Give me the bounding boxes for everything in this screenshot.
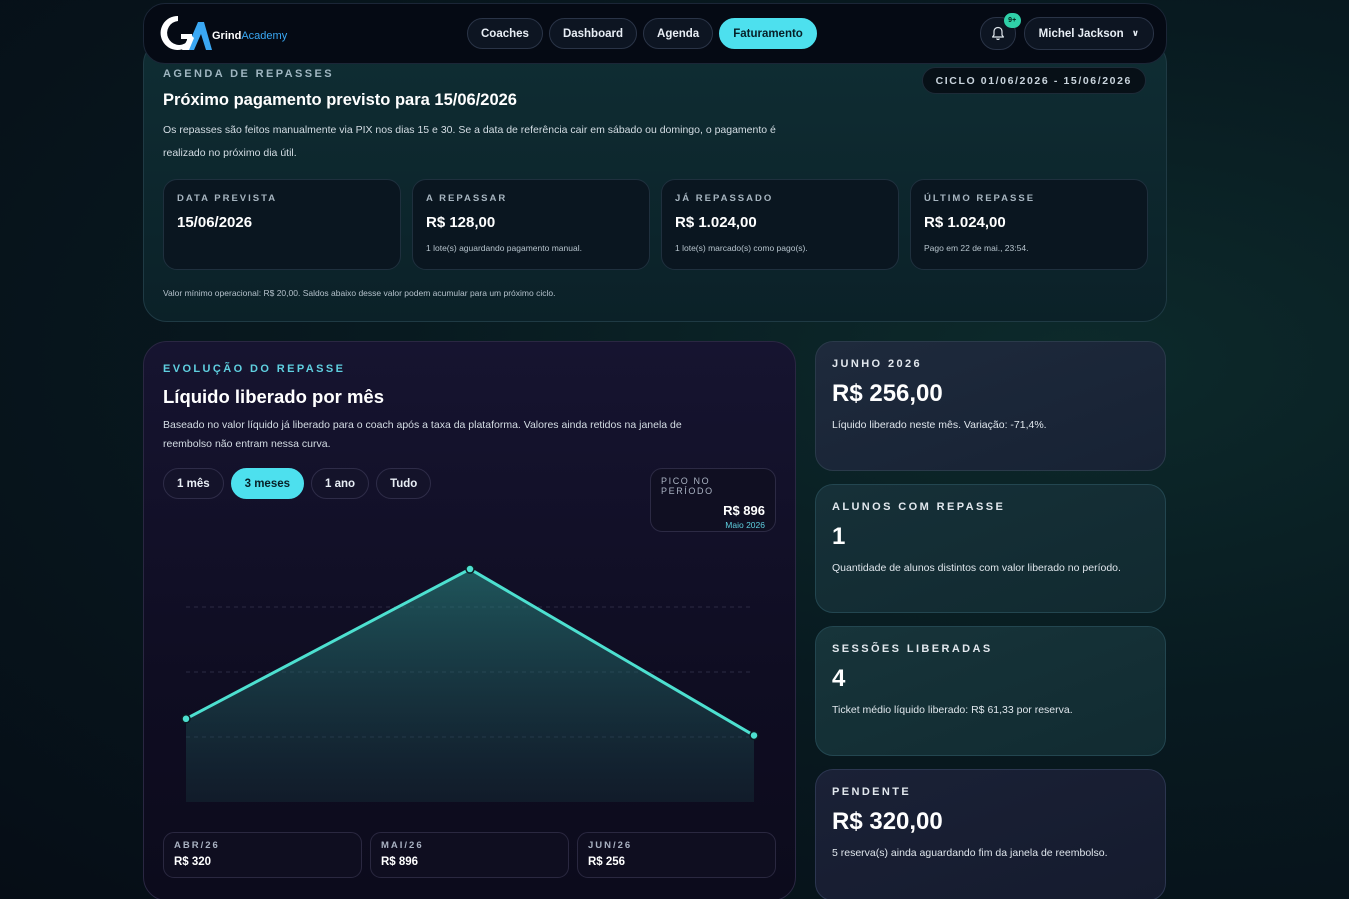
stat-value: R$ 1.024,00 — [675, 214, 757, 231]
nav-dashboard[interactable]: Dashboard — [548, 18, 638, 49]
stat-card-already-transferred: JÁ REPASSADO R$ 1.024,00 1 lote(s) marca… — [661, 179, 899, 270]
nav-right: 9+ Michel Jackson ∨ — [979, 13, 1154, 50]
stat-note: 1 lote(s) marcado(s) como pago(s). — [675, 243, 808, 253]
stat-label: JÁ REPASSADO — [675, 193, 774, 204]
card-eyebrow: SESSÕES LIBERADAS — [832, 643, 993, 655]
notifications-button[interactable]: 9+ — [979, 13, 1021, 50]
evolution-eyebrow: EVOLUÇÃO DO REPASSE — [163, 363, 346, 375]
nav-agenda[interactable]: Agenda — [643, 18, 714, 49]
cycle-badge: CICLO 01/06/2026 - 15/06/2026 — [921, 67, 1146, 94]
stat-label: DATA PREVISTA — [177, 193, 278, 204]
month-label: MAI/26 — [381, 840, 424, 851]
students-card: ALUNOS COM REPASSE 1 Quantidade de aluno… — [815, 484, 1166, 613]
month-card-mai: MAI/26 R$ 896 — [370, 832, 569, 878]
stat-value: R$ 128,00 — [426, 214, 496, 231]
range-all-button[interactable]: Tudo — [376, 468, 432, 499]
peak-summary: PICO NO PERÍODO R$ 896 Maio 2026 — [650, 468, 776, 532]
data-point-ABR/26[interactable] — [181, 714, 191, 724]
grind-academy-logo-icon — [160, 15, 212, 50]
month-value: R$ 320 — [174, 856, 212, 868]
sessions-card: SESSÕES LIBERADAS 4 Ticket médio líquido… — [815, 626, 1166, 756]
brand-name-accent: Academy — [241, 29, 288, 42]
notification-badge: 9+ — [1003, 13, 1021, 28]
peak-value: R$ 896 — [723, 503, 765, 518]
month-label: ABR/26 — [174, 840, 220, 851]
user-name: Michel Jackson — [1038, 27, 1124, 40]
peak-month: Maio 2026 — [725, 520, 765, 530]
stat-card-to-transfer: A REPASSAR R$ 128,00 1 lote(s) aguardand… — [412, 179, 650, 270]
month-value: R$ 256 — [588, 856, 626, 868]
stat-card-last-transfer: ÚLTIMO REPASSE R$ 1.024,00 Pago em 22 de… — [910, 179, 1148, 270]
evolution-panel: EVOLUÇÃO DO REPASSE Líquido liberado por… — [143, 341, 796, 899]
bell-icon — [991, 26, 1004, 41]
agenda-panel: AGENDA DE REPASSES CICLO 01/06/2026 - 15… — [143, 40, 1167, 322]
range-1-year-button[interactable]: 1 ano — [311, 468, 370, 499]
nav-coaches[interactable]: Coaches — [467, 18, 543, 49]
peak-label: PICO NO PERÍODO — [661, 476, 714, 496]
data-point-MAI/26[interactable] — [465, 564, 475, 574]
card-note: Ticket médio líquido liberado: R$ 61,33 … — [832, 704, 1073, 716]
range-selector: 1 mês 3 meses 1 ano Tudo — [163, 468, 432, 499]
agenda-eyebrow: AGENDA DE REPASSES — [163, 68, 334, 80]
card-eyebrow: PENDENTE — [832, 786, 912, 798]
evolution-title: Líquido liberado por mês — [163, 386, 384, 407]
month-value: R$ 896 — [381, 856, 419, 868]
main-nav: Coaches Dashboard Agenda Faturamento — [467, 18, 817, 49]
month-card-jun: JUN/26 R$ 256 — [577, 832, 776, 878]
user-menu-button[interactable]: Michel Jackson ∨ — [1023, 17, 1154, 50]
stat-note: Pago em 22 de mai., 23:54. — [924, 243, 1029, 253]
brand-name: GrindAcademy — [212, 30, 287, 42]
stat-value: 15/06/2026 — [177, 214, 253, 231]
month-card-abr: ABR/26 R$ 320 — [163, 832, 362, 878]
month-summary-row: ABR/26 R$ 320 MAI/26 R$ 896 JUN/26 R$ 25… — [163, 832, 776, 878]
data-point-JUN/26[interactable] — [749, 730, 759, 741]
card-note: Quantidade de alunos distintos com valor… — [832, 562, 1121, 574]
top-navbar: GrindAcademy Coaches Dashboard Agenda Fa… — [143, 3, 1167, 64]
agenda-stats: DATA PREVISTA 15/06/2026 A REPASSAR R$ 1… — [163, 179, 1148, 270]
brand-logo[interactable]: GrindAcademy — [156, 12, 456, 56]
agenda-title: Próximo pagamento previsto para 15/06/20… — [163, 91, 517, 109]
stat-card-expected-date: DATA PREVISTA 15/06/2026 — [163, 179, 401, 270]
stat-label: ÚLTIMO REPASSE — [924, 193, 1036, 204]
card-value: R$ 320,00 — [832, 808, 943, 835]
chevron-down-icon: ∨ — [1131, 28, 1139, 38]
card-eyebrow: JUNHO 2026 — [832, 358, 923, 370]
june-summary-card: JUNHO 2026 R$ 256,00 Líquido liberado ne… — [815, 341, 1166, 471]
stat-value: R$ 1.024,00 — [924, 214, 1006, 231]
card-eyebrow: ALUNOS COM REPASSE — [832, 501, 1006, 513]
card-value: 1 — [832, 523, 846, 550]
card-value: 4 — [832, 665, 846, 692]
range-1-month-button[interactable]: 1 mês — [163, 468, 224, 499]
month-label: JUN/26 — [588, 840, 633, 851]
evolution-description: Baseado no valor líquido já liberado par… — [163, 419, 682, 450]
pending-card: PENDENTE R$ 320,00 5 reserva(s) ainda ag… — [815, 769, 1166, 899]
agenda-description: Os repasses são feitos manualmente via P… — [163, 124, 776, 159]
stat-note: 1 lote(s) aguardando pagamento manual. — [426, 243, 582, 253]
range-3-months-button[interactable]: 3 meses — [230, 468, 305, 499]
brand-name-main: Grind — [212, 29, 242, 42]
card-note: Líquido liberado neste mês. Variação: -7… — [832, 419, 1047, 431]
nav-faturamento[interactable]: Faturamento — [719, 18, 817, 49]
card-note: 5 reserva(s) ainda aguardando fim da jan… — [832, 847, 1108, 859]
agenda-footer-note: Valor mínimo operacional: R$ 20,00. Sald… — [163, 288, 556, 298]
evolution-area-chart — [181, 564, 759, 802]
stat-label: A REPASSAR — [426, 193, 508, 204]
card-value: R$ 256,00 — [832, 380, 943, 407]
